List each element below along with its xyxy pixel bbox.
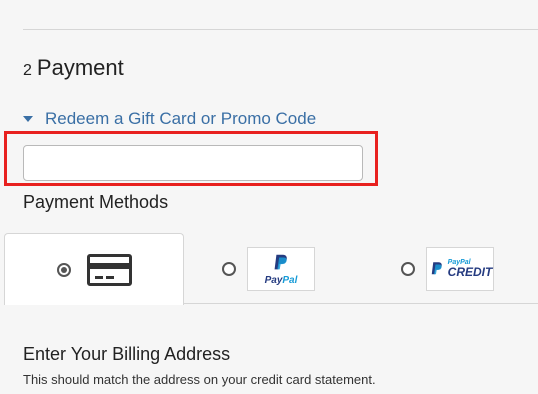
redeem-gift-card-toggle[interactable]: Redeem a Gift Card or Promo Code — [23, 109, 316, 129]
payment-method-paypal[interactable]: PayPal — [222, 233, 332, 304]
redeem-label: Redeem a Gift Card or Promo Code — [45, 109, 317, 128]
divider — [23, 29, 538, 30]
payment-section-title: 2 Payment — [23, 55, 124, 81]
paypal-p-icon — [431, 261, 442, 274]
radio-paypal-credit[interactable] — [401, 261, 415, 276]
radio-credit-card[interactable] — [57, 262, 71, 277]
paypal-text-pay: Pay — [264, 274, 283, 286]
paypal-p-icon — [274, 254, 287, 269]
paypal-text-pal: Pal — [282, 274, 298, 286]
payment-method-paypal-credit[interactable]: PayPal CREDIT — [401, 233, 511, 304]
billing-address-title: Enter Your Billing Address — [23, 344, 231, 364]
billing-address-subtitle: This should match the address on your cr… — [23, 372, 376, 387]
payment-methods-title: Payment Methods — [23, 192, 169, 212]
paypal-credit-big-text: CREDIT — [447, 265, 493, 279]
payment-method-credit-card[interactable] — [4, 233, 184, 305]
radio-paypal[interactable] — [222, 261, 236, 276]
promo-code-input[interactable] — [23, 145, 363, 181]
payment-title: Payment — [36, 55, 124, 80]
paypal-logo: PayPal — [247, 246, 315, 291]
paypal-credit-logo: PayPal CREDIT — [426, 246, 494, 291]
caret-down-icon — [23, 116, 33, 122]
credit-card-icon — [87, 253, 132, 286]
step-number: 2 — [23, 62, 32, 79]
checkout-panel: 2 Payment Redeem a Gift Card or Promo Cod… — [0, 0, 538, 394]
